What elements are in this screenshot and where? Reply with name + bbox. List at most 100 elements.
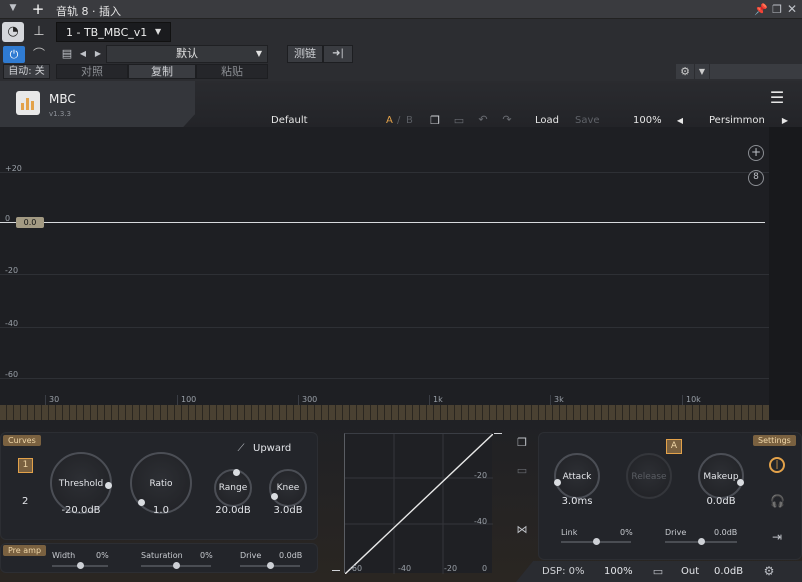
knob-indicator [233,468,241,476]
db-label: -40 [5,319,19,328]
link-label: Link [561,528,578,537]
band-1-button[interactable]: 1 [18,458,33,473]
db-label: -20 [5,266,19,275]
plugin-name: MBC [49,92,76,106]
routing-icon[interactable]: ⊥ [28,22,50,42]
release-label: Release [631,472,667,482]
dropdown-icon[interactable]: ▼ [6,3,20,13]
range-value: 20.0dB [215,505,251,516]
piano-keyboard[interactable] [0,405,769,420]
pin-icon[interactable]: 📌 [754,3,768,16]
slider-handle[interactable] [592,538,600,545]
sidechain-input-icon[interactable]: ⇥ [770,530,784,544]
dynamics-drive-value: 0.0dB [714,528,738,537]
preamp-tag: Pre amp [3,545,47,556]
slider-handle[interactable] [697,538,705,545]
automation-icon[interactable]: ⌒ [28,46,50,63]
plugin-preset-name[interactable]: Default [271,115,308,126]
width-value: 0% [96,551,109,560]
restore-icon[interactable]: ❐ [771,3,783,16]
gain-curve [0,222,765,223]
transfer-x-label: 0 [482,564,488,573]
headphones-icon[interactable]: 🎧 [770,494,785,508]
band-graph[interactable] [0,127,769,406]
sidechain-button[interactable]: 测链 [287,45,323,63]
paste-button[interactable]: 粘贴 [196,64,268,79]
redo-icon[interactable]: ↷ [501,113,513,126]
preamp-drive-slider[interactable] [240,562,300,569]
copy-state-icon[interactable]: ❐ [429,114,441,127]
host-toolbar: ◔ ⊥ 1 - TB_MBC_v1 ▼ ⏻ ⌒ 自动: 关 ▤ ◀ ▶ 默认 ▼… [0,19,802,81]
grid-line [0,172,769,173]
link-slider[interactable] [561,538,631,545]
save-button[interactable]: Save [575,115,600,126]
theme-name[interactable]: Persimmon [709,115,765,126]
transfer-x-label: -20 [444,564,458,573]
auto-off-button[interactable]: 自动: 关 [3,64,50,79]
paste-band-icon[interactable]: ▭ [515,464,529,477]
grid-line [0,327,769,328]
add-icon[interactable]: + [30,0,46,18]
plugin-window: ▼ + 音轨 8 · 插入 📌 ❐ ✕ ◔ ⊥ 1 - TB_MBC_v1 ▼ … [0,0,802,582]
mode-label[interactable]: Upward [253,443,291,454]
copy-button[interactable]: 复制 [128,64,196,79]
ab-b-button[interactable]: B [406,115,413,126]
add-band-icon[interactable]: + [748,145,764,161]
ab-separator: / [397,115,401,126]
band-gain-handle[interactable]: 0.0 [16,217,44,228]
slider-handle[interactable] [266,562,274,569]
chevron-down-icon: ▼ [255,49,262,58]
freq-label: 3k [554,395,564,404]
saturation-slider[interactable] [141,562,211,569]
freq-label: 300 [302,395,318,404]
transfer-y-label: -40 [474,517,488,526]
slider-handle[interactable] [76,562,84,569]
undo-icon[interactable]: ↶ [477,113,489,126]
track-selector[interactable]: 1 - TB_MBC_v1 ▼ [56,22,171,42]
compare-button[interactable]: 对照 [56,64,128,79]
upward-mode-icon[interactable]: ⟋ [234,443,248,454]
threshold-value: -20.0dB [61,505,101,516]
power-button[interactable]: ⏻ [3,46,25,63]
plugin-zoom[interactable]: 100% [633,115,662,126]
next-preset-icon[interactable]: ▶ [93,49,103,58]
slider-handle[interactable] [172,562,180,569]
split-band-icon[interactable]: ⋈ [514,523,530,536]
theme-next-icon[interactable]: ▶ [780,116,790,125]
grid-line [0,274,769,275]
solo-band-icon[interactable]: 8 [748,170,764,186]
preset-list-icon[interactable]: ▤ [60,47,74,60]
status-zoom[interactable]: 100% [604,566,633,577]
monitor-icon[interactable]: ▭ [651,565,665,578]
width-label: Width [52,551,76,560]
knee-label: Knee [276,483,300,493]
menu-icon[interactable]: ☰ [765,88,789,107]
output-value[interactable]: 0.0dB [714,566,743,577]
ab-a-button[interactable]: A [386,115,393,126]
preset-select[interactable]: 默认 ▼ [106,45,268,63]
theme-prev-icon[interactable]: ◀ [675,116,685,125]
bypass-icon[interactable]: ◔ [2,22,24,42]
gear-icon[interactable]: ⚙ [676,64,694,79]
close-icon[interactable]: ✕ [786,2,798,16]
settings-tag[interactable]: Settings [753,435,796,446]
power-icon[interactable]: | [769,457,785,473]
prev-preset-icon[interactable]: ◀ [78,49,88,58]
transfer-curve-plot [344,433,493,574]
transfer-y-label: -20 [474,471,488,480]
dynamics-ab-button[interactable]: A [666,439,682,454]
dynamics-drive-slider[interactable] [665,538,737,545]
mbc-logo-icon [16,91,40,115]
band-2-button[interactable]: 2 [22,496,28,507]
makeup-value: 0.0dB [706,496,736,507]
dsp-readout: DSP: 0% [542,566,585,577]
sidechain-arrow-icon[interactable]: ➜| [323,45,353,63]
gear-icon[interactable]: ⚙ [762,564,776,578]
chevron-down-icon[interactable]: ▼ [695,64,709,79]
db-label: +20 [5,164,22,173]
track-name: 1 - TB_MBC_v1 [66,26,148,39]
paste-state-icon[interactable]: ▭ [453,114,465,127]
width-slider[interactable] [52,562,108,569]
load-button[interactable]: Load [535,115,559,126]
copy-band-icon[interactable]: ❐ [515,436,529,449]
